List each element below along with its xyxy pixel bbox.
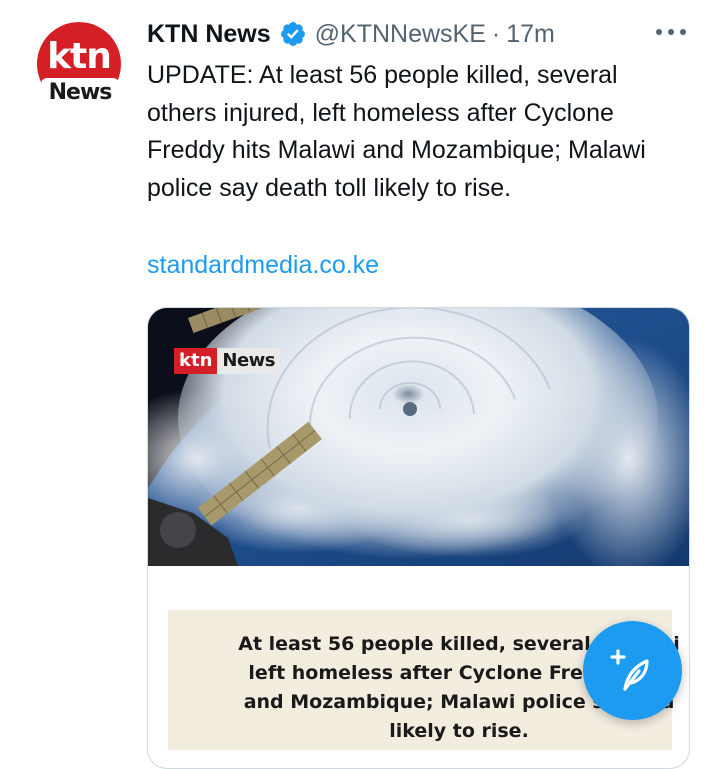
avatar-logo-ktn: ktn bbox=[47, 36, 112, 77]
avatar-logo-news: News bbox=[41, 78, 119, 108]
author-name[interactable]: KTN News bbox=[147, 20, 271, 49]
author-handle[interactable]: @KTNNewsKE bbox=[315, 20, 486, 49]
tweet-text: UPDATE: At least 56 people killed, sever… bbox=[147, 61, 646, 202]
card-badge-ktn: ktn bbox=[174, 348, 218, 374]
more-horizontal-icon[interactable] bbox=[656, 20, 686, 44]
timestamp[interactable]: 17m bbox=[506, 20, 555, 49]
compose-feather-icon bbox=[609, 648, 649, 691]
verified-badge-icon bbox=[280, 22, 305, 46]
card-headline-line: likely to rise. bbox=[389, 720, 529, 742]
card-news-badge: ktn News bbox=[174, 348, 281, 374]
card-badge-news: News bbox=[217, 348, 281, 374]
compose-button[interactable] bbox=[583, 621, 682, 720]
cyclone-satellite-image bbox=[148, 308, 689, 566]
tweet-link[interactable]: standardmedia.co.ke bbox=[147, 247, 379, 284]
separator-dot: · bbox=[491, 19, 501, 48]
avatar[interactable]: ktn News bbox=[33, 22, 125, 114]
tweet-header: KTN News @KTNNewsKE · 17m bbox=[147, 16, 700, 52]
